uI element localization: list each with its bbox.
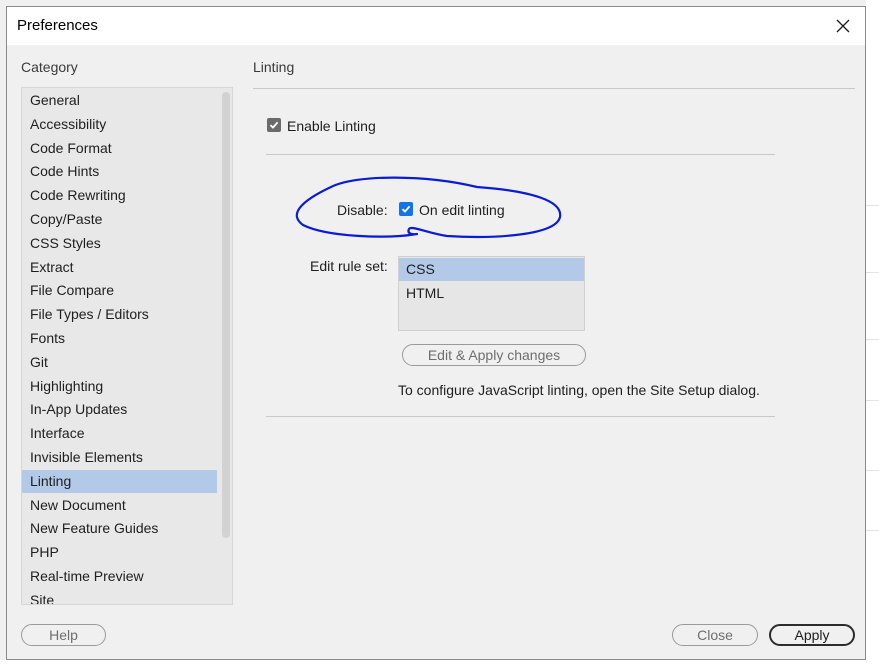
enable-linting-label[interactable]: Enable Linting	[287, 118, 376, 134]
on-edit-linting-checkbox[interactable]	[399, 202, 413, 216]
category-scroll-thumb[interactable]	[222, 92, 230, 538]
dialog-title: Preferences	[17, 17, 98, 34]
sidebar-item-site[interactable]: Site	[22, 589, 217, 604]
sidebar-item-fonts[interactable]: Fonts	[22, 327, 217, 350]
sidebar-item-code-format[interactable]: Code Format	[22, 137, 217, 160]
sidebar-item-in-app-updates[interactable]: In-App Updates	[22, 398, 217, 421]
rule-set-css[interactable]: CSS	[399, 258, 584, 281]
desktop-line	[866, 400, 879, 401]
sidebar-item-file-compare[interactable]: File Compare	[22, 279, 217, 302]
title-bar: Preferences	[7, 7, 865, 45]
sidebar-item-interface[interactable]: Interface	[22, 422, 217, 445]
sidebar-item-highlighting[interactable]: Highlighting	[22, 375, 217, 398]
category-heading: Category	[21, 59, 78, 75]
category-list: General Accessibility Code Format Code Hint…	[21, 87, 233, 605]
sidebar-item-code-rewriting[interactable]: Code Rewriting	[22, 184, 217, 207]
rule-set-html[interactable]: HTML	[399, 282, 584, 305]
desktop-line	[866, 530, 879, 531]
section-divider	[266, 416, 775, 417]
disable-label: Disable:	[337, 202, 388, 218]
close-button[interactable]: Close	[672, 624, 758, 646]
sidebar-item-new-document[interactable]: New Document	[22, 494, 217, 517]
rule-set-item-label: CSS	[406, 261, 435, 277]
sidebar-item-php[interactable]: PHP	[22, 541, 217, 564]
sidebar-item-real-time-preview[interactable]: Real-time Preview	[22, 565, 217, 588]
desktop-line	[866, 205, 879, 206]
edit-apply-changes-button[interactable]: Edit & Apply changes	[402, 344, 586, 366]
sidebar-item-invisible-elements[interactable]: Invisible Elements	[22, 446, 217, 469]
help-button[interactable]: Help	[21, 624, 106, 646]
title-divider	[253, 88, 855, 89]
sidebar-item-accessibility[interactable]: Accessibility	[22, 113, 217, 136]
apply-button[interactable]: Apply	[769, 624, 855, 646]
sidebar-item-extract[interactable]: Extract	[22, 256, 217, 279]
close-window-button[interactable]	[829, 12, 857, 40]
edit-rule-set-label: Edit rule set:	[310, 258, 388, 274]
sidebar-item-copy-paste[interactable]: Copy/Paste	[22, 208, 217, 231]
sidebar-item-code-hints[interactable]: Code Hints	[22, 160, 217, 183]
desktop-background	[0, 660, 879, 667]
rule-set-item-label: HTML	[406, 285, 445, 301]
section-title: Linting	[253, 59, 295, 75]
rule-set-list: CSS HTML	[398, 256, 585, 331]
checkmark-icon	[401, 205, 411, 213]
sidebar-item-file-types-editors[interactable]: File Types / Editors	[22, 303, 217, 326]
sidebar-item-general[interactable]: General	[22, 89, 217, 112]
desktop-line	[866, 470, 879, 471]
on-edit-linting-label[interactable]: On edit linting	[419, 202, 505, 218]
desktop-background	[866, 0, 879, 667]
sidebar-item-new-feature-guides[interactable]: New Feature Guides	[22, 517, 217, 540]
desktop-line	[866, 339, 879, 340]
checkmark-icon	[269, 121, 279, 129]
sidebar-item-css-styles[interactable]: CSS Styles	[22, 232, 217, 255]
enable-linting-checkbox[interactable]	[267, 118, 281, 132]
javascript-linting-note: To configure JavaScript linting, open th…	[398, 382, 760, 398]
close-icon	[836, 19, 850, 33]
preferences-dialog: Preferences Category General Accessibilit…	[6, 6, 866, 660]
sidebar-item-linting[interactable]: Linting	[22, 469, 217, 493]
desktop-line	[866, 272, 879, 273]
sidebar-item-git[interactable]: Git	[22, 351, 217, 374]
section-divider	[266, 154, 775, 155]
